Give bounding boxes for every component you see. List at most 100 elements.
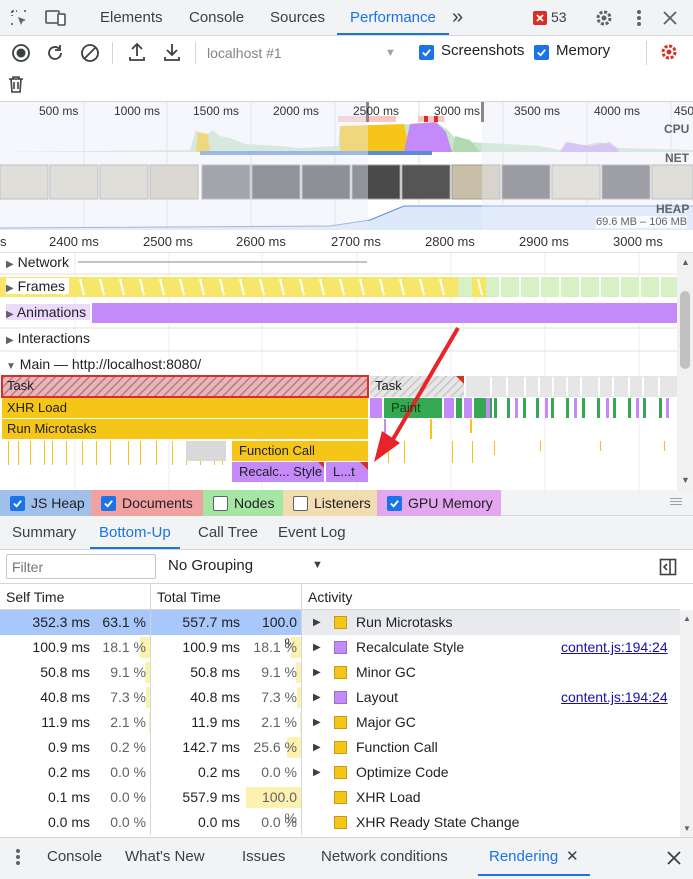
flame-task[interactable]: Task [2,376,34,396]
capture-settings-gear-icon[interactable] [658,41,680,63]
table-row[interactable]: 9.1 % 50.8 ms 9.1 % 50.8 ms ▶ Minor GC [0,660,680,685]
tab-performance[interactable]: Performance [337,0,449,35]
inspect-icon[interactable] [8,8,30,28]
close-icon[interactable] [660,8,680,28]
more-tabs-button[interactable]: » [452,0,463,35]
tab-call-tree[interactable]: Call Tree [198,516,258,549]
upload-icon[interactable] [126,41,148,63]
column-header-self-time[interactable]: Self Time [0,584,151,610]
screenshots-checkbox[interactable] [419,45,434,60]
tab-bottom-up[interactable]: Bottom-Up [90,516,180,549]
scroll-down-icon[interactable]: ▼ [681,475,690,485]
grouping-select[interactable]: No Grouping ▼ [168,557,328,577]
table-row[interactable]: 2.1 % 11.9 ms 2.1 % 11.9 ms ▶ Major GC [0,710,680,735]
counter-checkbox[interactable] [10,495,25,511]
device-toolbar-icon[interactable] [44,8,68,28]
ruler-tick: 3000 ms [613,234,663,249]
counter-checkbox[interactable] [101,495,116,511]
memory-label[interactable]: Memory [556,42,610,59]
filter-bar: No Grouping ▼ [0,550,693,584]
self-pct-fill [146,687,150,708]
track-interactions[interactable]: ▶ Interactions [6,330,90,346]
flame-layout[interactable]: L...t [328,462,364,482]
trash-icon[interactable] [6,73,26,95]
clear-icon[interactable] [79,42,101,64]
error-count[interactable]: 53 [551,0,567,35]
error-badge-icon[interactable] [533,11,547,25]
flame-paint[interactable]: Paint [386,398,421,418]
drawer-tab-network-conditions[interactable]: Network conditions [321,838,448,876]
self-pct: 0.2 % [110,739,146,755]
counter-checkbox[interactable] [387,495,402,511]
filter-input[interactable] [6,554,156,579]
table-row[interactable]: 0.0 % 0.0 ms 0.0 % 0.0 ms XHR Ready Stat… [0,810,680,835]
flame-function-call[interactable]: Function Call [234,441,315,461]
tab-summary[interactable]: Summary [12,516,76,549]
flame-run-microtasks[interactable]: Run Microtasks [2,419,97,439]
profile-select[interactable]: localhost #1 ▼ [207,42,407,64]
track-network[interactable]: ▶ Network [6,254,69,270]
table-row[interactable]: 0.2 % 0.9 ms 25.6 % 142.7 ms ▶ Function … [0,735,680,760]
column-header-total-time[interactable]: Total Time [151,584,302,610]
expand-triangle-icon[interactable]: ▶ [313,685,321,710]
tab-elements[interactable]: Elements [100,0,163,35]
table-scrollbar[interactable]: ▲ ▼ [680,610,693,837]
kebab-menu-icon[interactable] [630,7,648,29]
tab-event-log[interactable]: Event Log [278,516,346,549]
counter-gpu-memory[interactable]: GPU Memory [377,490,501,516]
counter-documents[interactable]: Documents [91,490,203,516]
expand-triangle-icon[interactable]: ▶ [313,710,321,735]
table-row[interactable]: 18.1 % 100.9 ms 18.1 % 100.9 ms ▶ Recalc… [0,635,680,660]
download-icon[interactable] [161,41,183,63]
timeline-overview[interactable]: 500 ms 1000 ms 1500 ms 2000 ms 2500 ms 3… [0,102,693,230]
drawer-tab-issues[interactable]: Issues [242,838,285,876]
settings-gear-icon[interactable] [593,7,615,29]
reload-icon[interactable] [44,42,66,64]
scrollbar-thumb[interactable] [680,291,690,369]
flame-recalc-style[interactable]: Recalc... Style [234,462,324,482]
source-link[interactable]: content.js:194:24 [561,635,668,660]
counter-checkbox[interactable] [213,495,228,511]
table-row[interactable]: 7.3 % 40.8 ms 7.3 % 40.8 ms ▶ Layout con… [0,685,680,710]
drawer-tab-whats-new[interactable]: What's New [125,838,205,876]
expand-triangle-icon: ▶ [6,309,14,320]
close-tab-icon[interactable]: ✕ [566,838,579,876]
table-row[interactable]: 0.0 % 0.1 ms 100.0 % 557.9 ms XHR Load [0,785,680,826]
table-row[interactable]: 0.0 % 0.2 ms 0.0 % 0.2 ms ▶ Optimize Cod… [0,760,680,785]
drawer-tab-console[interactable]: Console [47,838,102,876]
counter-listeners[interactable]: Listeners [283,490,377,516]
table-row[interactable]: 63.1 % 352.3 ms 100.0 % 557.7 ms ▶ Run M… [0,610,680,651]
overview-tick: 2000 ms [273,104,320,118]
scroll-up-icon[interactable]: ▲ [683,614,691,623]
source-link[interactable]: content.js:194:24 [561,685,668,710]
expand-triangle-icon[interactable]: ▶ [313,635,321,660]
tracks-scrollbar[interactable]: ▲ ▼ [677,253,693,490]
resize-handle-icon[interactable] [670,501,682,502]
scroll-down-icon[interactable]: ▼ [683,824,691,833]
activity-name: Recalculate Style [356,639,465,655]
column-header-activity[interactable]: Activity [302,584,680,610]
track-main[interactable]: ▼ Main — http://localhost:8080/ [6,356,201,372]
expand-triangle-icon[interactable]: ▶ [313,660,321,685]
close-drawer-icon[interactable] [664,848,684,868]
track-animations[interactable]: ▶ Animations [6,304,91,320]
track-frames[interactable]: ▶ Frames [6,278,70,294]
expand-triangle-icon[interactable]: ▶ [313,610,321,635]
drawer-menu-icon[interactable] [10,847,26,867]
flame-xhr-load[interactable]: XHR Load [2,398,67,418]
record-icon[interactable] [10,42,32,64]
screenshots-label[interactable]: Screenshots [441,42,524,59]
tab-console[interactable]: Console [189,0,244,35]
flame-task[interactable]: Task [370,376,402,396]
tab-sources[interactable]: Sources [270,0,325,35]
counter-nodes[interactable]: Nodes [203,490,283,516]
counter-js-heap[interactable]: JS Heap [0,490,91,516]
drawer-tab-rendering[interactable]: Rendering ✕ [478,838,590,876]
scroll-up-icon[interactable]: ▲ [681,257,690,267]
counter-checkbox[interactable] [293,495,308,511]
flame-chart[interactable]: ▶ Network ▶ Frames ▶ Animations ▶ Intera… [0,253,677,490]
expand-triangle-icon[interactable]: ▶ [313,735,321,760]
memory-checkbox[interactable] [534,45,549,60]
expand-triangle-icon[interactable]: ▶ [313,760,321,785]
sidebar-toggle-icon[interactable] [658,557,678,577]
